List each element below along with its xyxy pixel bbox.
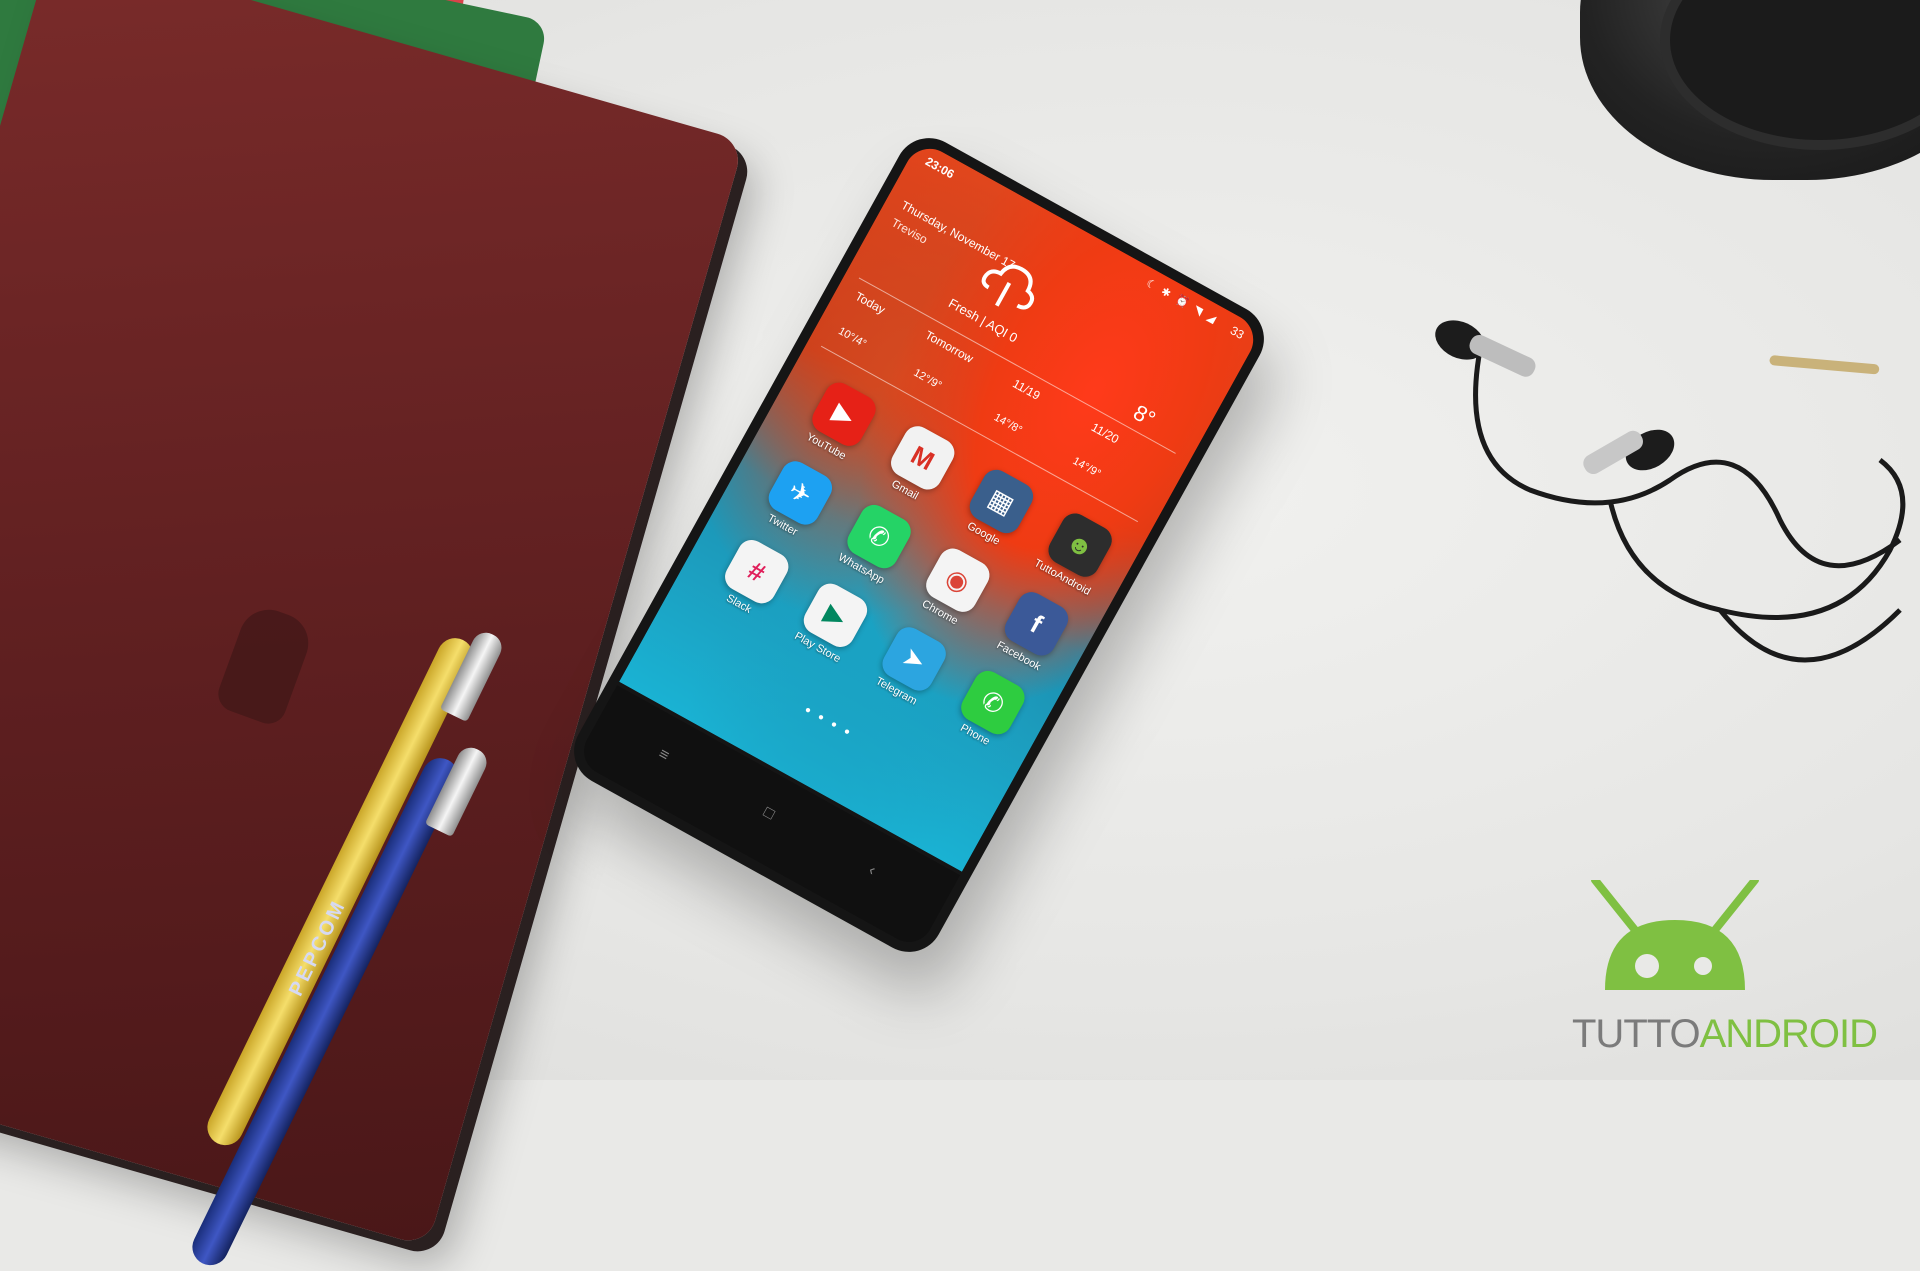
logo-text-part1: TUTTO [1572,1012,1701,1056]
app-slack[interactable]: # Slack [704,530,803,627]
battery-level: 33 [1227,323,1247,342]
app-telegram[interactable]: ➤ Telegram [861,617,960,714]
menu-button[interactable]: ≡ [655,745,672,765]
smartphone: 23:06 ☾ ✱ ⏰ ◥ ◢ 33 Fresh | AQI 0 Thursda… [561,125,1277,965]
forecast-day-temp: 14°/8° [991,411,1025,437]
forecast-day-temp: 10°/4° [836,325,869,351]
status-time: 23:06 [923,154,957,182]
page-indicator: ● ● ● ● [802,704,855,740]
app-chrome[interactable]: ◉ Chrome [905,539,1004,636]
forecast-day-temp: 12°/9° [911,366,944,392]
phone-body: 23:06 ☾ ✱ ⏰ ◥ ◢ 33 Fresh | AQI 0 Thursda… [561,125,1277,965]
app-youtube[interactable]: ▶ YouTube [791,373,890,470]
home-button[interactable]: □ [760,804,778,824]
forecast-day-temp: 14°/9° [1070,455,1103,481]
app-play-store[interactable]: ▶ Play Store [782,574,881,671]
app-facebook[interactable]: f Facebook [983,582,1082,679]
forecast-day-label: 11/20 [1088,420,1122,447]
tuttoandroid-logo-text: TUTTOANDROID [1572,1012,1878,1057]
logo-text-part2: ANDROID [1699,1012,1878,1056]
app-google[interactable]: ▦ Google [948,460,1047,557]
forecast-day-label: Tomorrow [922,327,976,366]
back-button[interactable]: ‹ [865,862,879,880]
app-twitter[interactable]: ✈ Twitter [747,451,846,548]
app-whatsapp[interactable]: ✆ WhatsApp [826,495,925,592]
earphones-icon [1435,320,1906,663]
app-gmail[interactable]: M Gmail [869,416,968,513]
status-icons: ☾ ✱ ⏰ ◥ ◢ [1143,277,1220,327]
current-temperature: 8° [1129,399,1160,432]
app-tuttoandroid[interactable]: ☻ TuttoAndroid [1027,504,1126,601]
app-phone[interactable]: ✆ Phone [940,661,1039,758]
forecast-day-label: Today [852,289,888,317]
forecast-day-label: 11/19 [1010,376,1043,403]
